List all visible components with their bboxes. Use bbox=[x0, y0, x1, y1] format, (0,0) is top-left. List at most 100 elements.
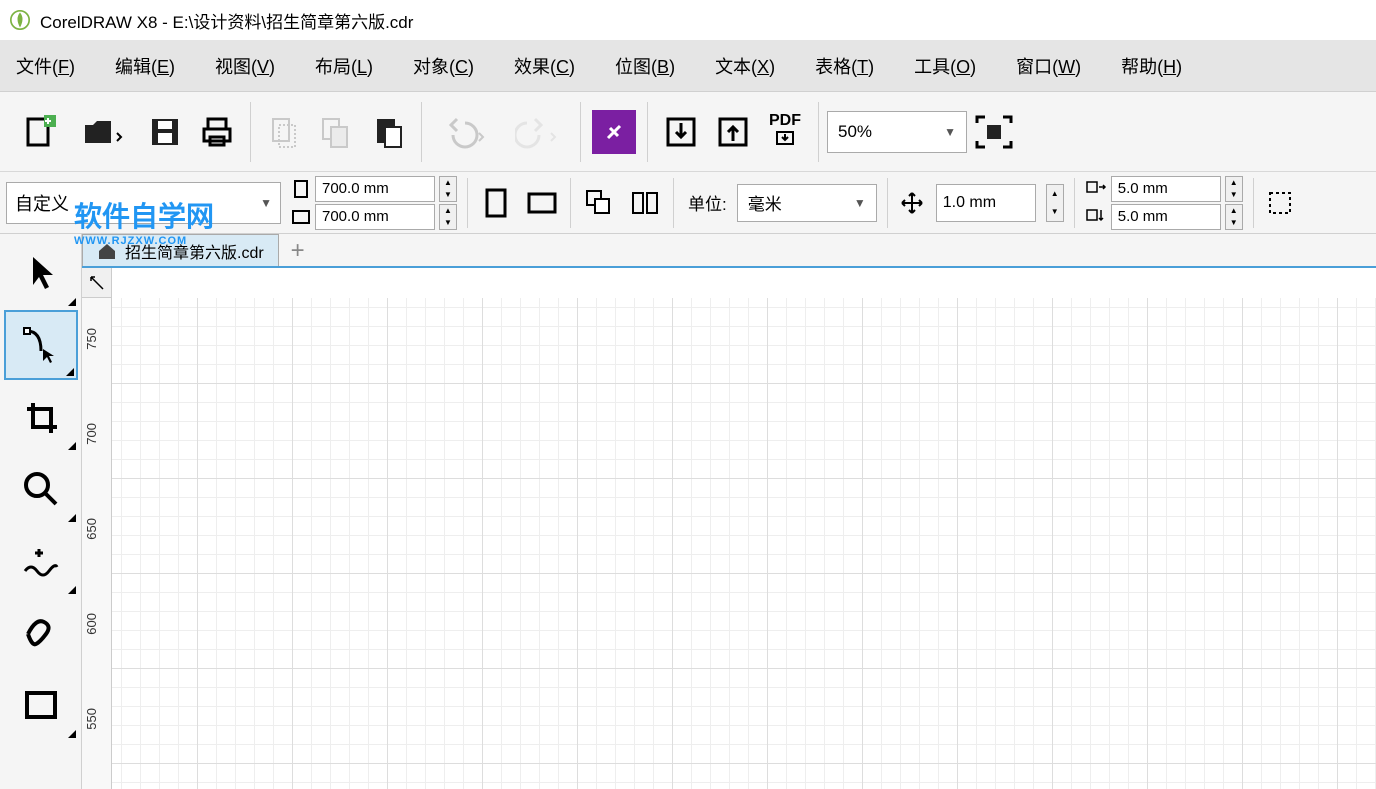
separator bbox=[818, 102, 819, 162]
all-pages-button[interactable] bbox=[581, 178, 617, 228]
import-button[interactable] bbox=[656, 107, 706, 157]
nudge-input[interactable]: 1.0 mm bbox=[936, 184, 1036, 222]
dup-x-input[interactable]: 5.0 mm bbox=[1111, 176, 1221, 202]
dup-y-spinner[interactable]: ▲▼ bbox=[1225, 204, 1243, 230]
separator bbox=[1074, 178, 1075, 228]
page-width-input[interactable]: 700.0 mm bbox=[315, 176, 435, 202]
width-icon bbox=[291, 179, 311, 199]
document-area: 招生简章第六版.cdr + 55050045040035030025020015… bbox=[82, 234, 1376, 789]
flyout-icon bbox=[68, 730, 76, 738]
add-tab-button[interactable]: + bbox=[283, 236, 313, 266]
titlebar: CorelDRAW X8 - E:\设计资料\招生简章第六版.cdr bbox=[0, 0, 1376, 40]
undo-button[interactable] bbox=[430, 107, 500, 157]
separator bbox=[250, 102, 251, 162]
separator bbox=[887, 178, 888, 228]
page-dimensions: 700.0 mm ▲▼ 700.0 mm ▲▼ bbox=[291, 176, 457, 230]
menu-table[interactable]: 表格(T) bbox=[815, 53, 874, 79]
zoom-select[interactable]: 50% ▼ bbox=[827, 111, 967, 153]
artistic-media-tool[interactable] bbox=[4, 598, 78, 668]
dup-x-icon bbox=[1085, 180, 1107, 198]
separator bbox=[580, 102, 581, 162]
pick-tool[interactable] bbox=[4, 238, 78, 308]
separator bbox=[1253, 178, 1254, 228]
dup-x-spinner[interactable]: ▲▼ bbox=[1225, 176, 1243, 202]
height-spinner[interactable]: ▲▼ bbox=[439, 204, 457, 230]
flyout-icon bbox=[66, 368, 74, 376]
unit-select[interactable]: 毫米 ▼ bbox=[737, 184, 877, 222]
menu-text[interactable]: 文本(X) bbox=[715, 53, 775, 79]
app-logo-icon bbox=[10, 10, 30, 30]
copy-button[interactable] bbox=[311, 107, 361, 157]
menu-help[interactable]: 帮助(H) bbox=[1121, 53, 1182, 79]
window-title: CorelDRAW X8 - E:\设计资料\招生简章第六版.cdr bbox=[40, 8, 413, 33]
document-tabs: 招生简章第六版.cdr + bbox=[82, 234, 1376, 268]
menubar: 文件(F) 编辑(E) 视图(V) 布局(L) 对象(C) 效果(C) 位图(B… bbox=[0, 40, 1376, 92]
open-button[interactable] bbox=[68, 107, 138, 157]
toolbox bbox=[0, 234, 82, 789]
unit-value: 毫米 bbox=[748, 190, 782, 215]
crop-tool[interactable] bbox=[4, 382, 78, 452]
chevron-down-icon: ▼ bbox=[944, 125, 956, 139]
separator bbox=[673, 178, 674, 228]
home-icon bbox=[97, 242, 117, 260]
zoom-tool[interactable] bbox=[4, 454, 78, 524]
document-tab[interactable]: 招生简章第六版.cdr bbox=[82, 234, 279, 266]
export-button[interactable] bbox=[708, 107, 758, 157]
menu-file[interactable]: 文件(F) bbox=[16, 53, 75, 79]
ruler-origin[interactable] bbox=[82, 268, 112, 298]
current-page-button[interactable] bbox=[627, 178, 663, 228]
menu-layout[interactable]: 布局(L) bbox=[315, 53, 373, 79]
chevron-down-icon: ▼ bbox=[260, 196, 272, 210]
freehand-tool[interactable] bbox=[4, 526, 78, 596]
main-area: 招生简章第六版.cdr + 55050045040035030025020015… bbox=[0, 234, 1376, 789]
flyout-icon bbox=[68, 298, 76, 306]
menu-tools[interactable]: 工具(O) bbox=[914, 53, 976, 79]
nudge-icon bbox=[898, 189, 926, 217]
property-bar: 自定义 ▼ 700.0 mm ▲▼ 700.0 mm ▲▼ 单位: 毫米 ▼ 1.0… bbox=[0, 172, 1376, 234]
tab-label: 招生简章第六版.cdr bbox=[125, 239, 264, 263]
redo-button[interactable] bbox=[502, 107, 572, 157]
cut-button[interactable] bbox=[259, 107, 309, 157]
paste-button[interactable] bbox=[363, 107, 413, 157]
page-preset-select[interactable]: 自定义 ▼ bbox=[6, 182, 281, 224]
duplicate-offset: 5.0 mm ▲▼ 5.0 mm ▲▼ bbox=[1085, 176, 1243, 230]
page-height-input[interactable]: 700.0 mm bbox=[315, 204, 435, 230]
fullscreen-button[interactable] bbox=[969, 107, 1019, 157]
menu-edit[interactable]: 编辑(E) bbox=[115, 53, 175, 79]
separator bbox=[421, 102, 422, 162]
vertical-ruler[interactable]: 750700650600550 bbox=[82, 298, 112, 789]
treat-as-filled-button[interactable] bbox=[1264, 178, 1296, 228]
chevron-down-icon: ▼ bbox=[854, 196, 866, 210]
menu-window[interactable]: 窗口(W) bbox=[1016, 53, 1081, 79]
height-icon bbox=[291, 207, 311, 227]
separator bbox=[570, 178, 571, 228]
landscape-button[interactable] bbox=[524, 178, 560, 228]
canvas[interactable] bbox=[112, 298, 1376, 789]
publish-pdf-button[interactable]: PDF bbox=[760, 107, 810, 157]
standard-toolbar: PDF 50% ▼ bbox=[0, 92, 1376, 172]
search-content-button[interactable] bbox=[589, 107, 639, 157]
pdf-label: PDF bbox=[769, 112, 801, 130]
flyout-icon bbox=[68, 514, 76, 522]
width-spinner[interactable]: ▲▼ bbox=[439, 176, 457, 202]
menu-bitmap[interactable]: 位图(B) bbox=[615, 53, 675, 79]
unit-label: 单位: bbox=[688, 190, 727, 215]
new-button[interactable] bbox=[16, 107, 66, 157]
flyout-icon bbox=[68, 586, 76, 594]
menu-effects[interactable]: 效果(C) bbox=[514, 53, 575, 79]
separator bbox=[467, 178, 468, 228]
print-button[interactable] bbox=[192, 107, 242, 157]
menu-view[interactable]: 视图(V) bbox=[215, 53, 275, 79]
portrait-button[interactable] bbox=[478, 178, 514, 228]
preset-value: 自定义 bbox=[15, 190, 69, 216]
flyout-icon bbox=[68, 442, 76, 450]
rectangle-tool[interactable] bbox=[4, 670, 78, 740]
shape-tool[interactable] bbox=[4, 310, 78, 380]
nudge-spinner[interactable]: ▲▼ bbox=[1046, 184, 1064, 222]
menu-object[interactable]: 对象(C) bbox=[413, 53, 474, 79]
save-button[interactable] bbox=[140, 107, 190, 157]
zoom-value: 50% bbox=[838, 122, 872, 142]
separator bbox=[647, 102, 648, 162]
dup-y-input[interactable]: 5.0 mm bbox=[1111, 204, 1221, 230]
dup-y-icon bbox=[1085, 208, 1107, 226]
